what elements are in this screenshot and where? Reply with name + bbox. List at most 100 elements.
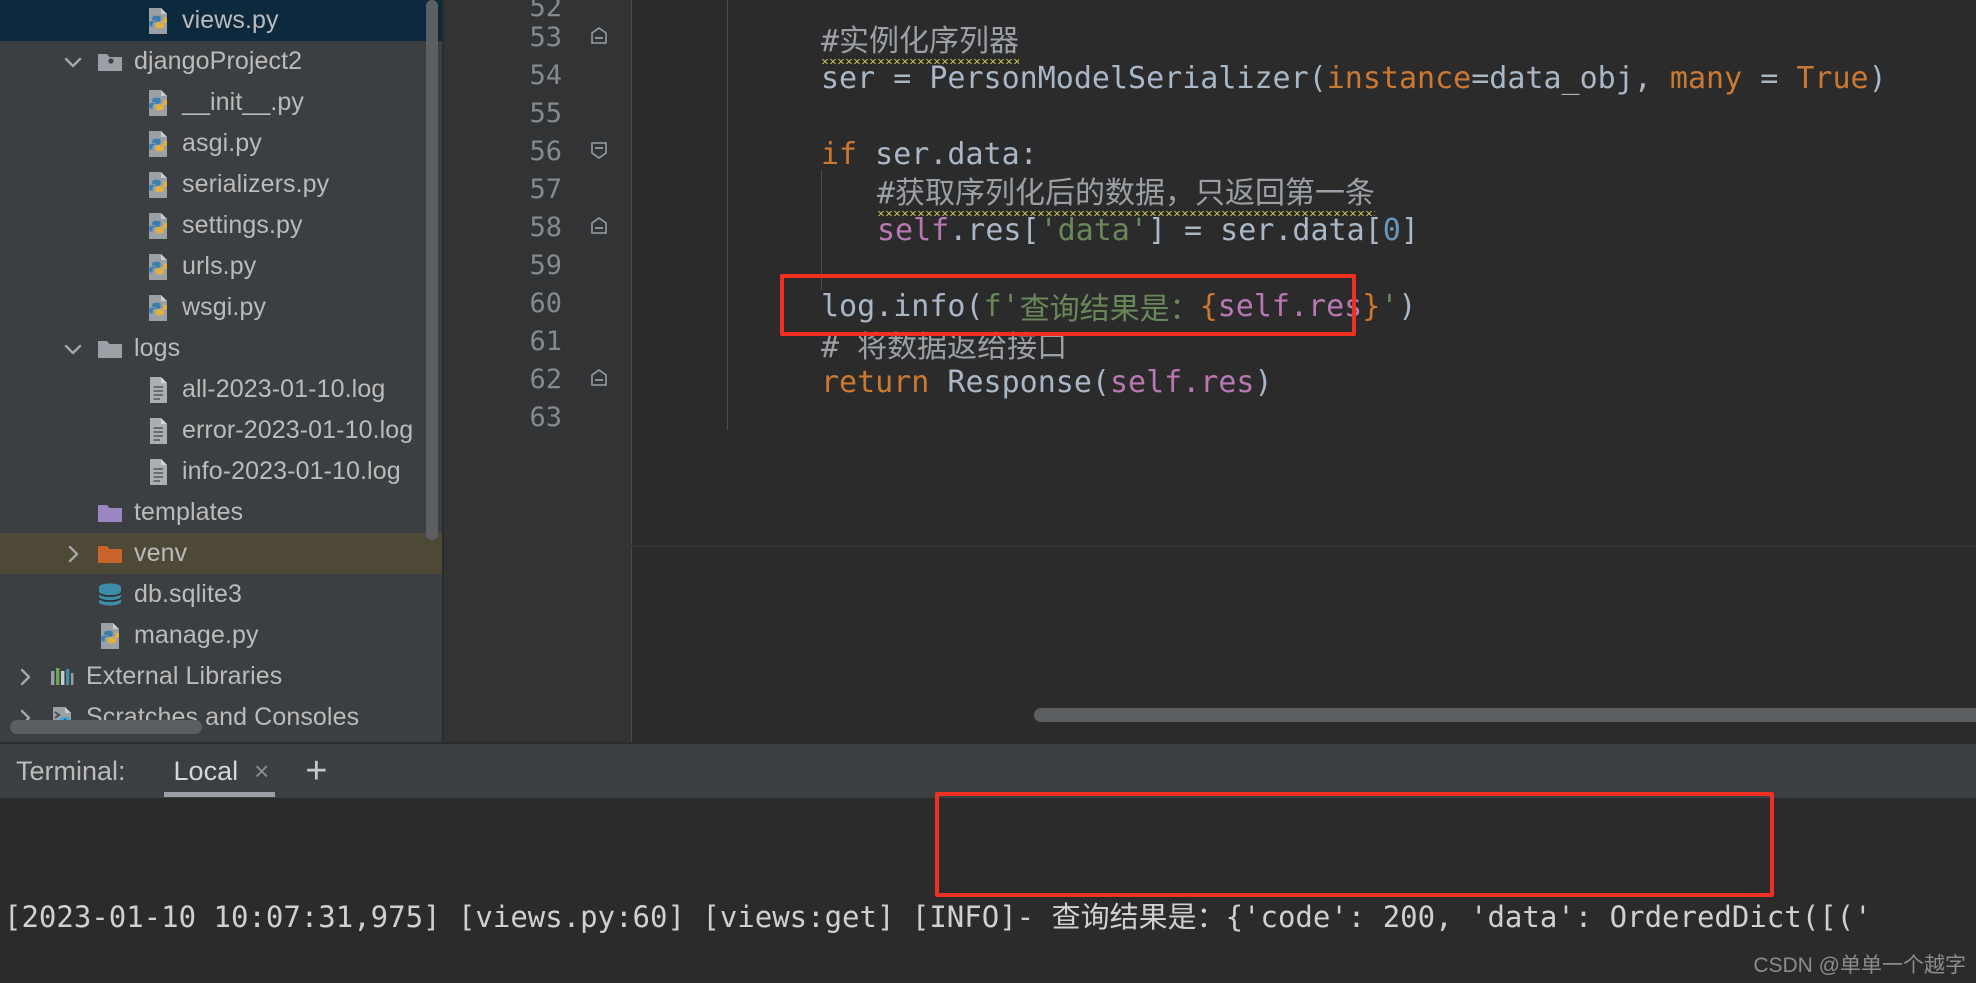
tree-item-label: manage.py — [134, 621, 259, 649]
tree-item-venv[interactable]: venv — [0, 533, 442, 574]
line-number: 57 — [529, 174, 562, 205]
tree-item-error-2023-01-10-log[interactable]: error-2023-01-10.log — [0, 410, 442, 451]
chevron-right-icon[interactable] — [8, 664, 42, 690]
python-file-icon — [90, 621, 130, 651]
tree-item-label: info-2023-01-10.log — [182, 457, 401, 485]
tree-item-init-py[interactable]: __init__.py — [0, 82, 442, 123]
libraries-icon — [42, 662, 82, 692]
python-file-icon — [138, 252, 178, 282]
python-file-icon — [138, 170, 178, 200]
code-token-instance: instance — [1326, 60, 1472, 96]
terminal-panel[interactable]: Terminal: Local × + [2023-01-10 10:07:31… — [0, 742, 1976, 983]
code-token-self62: self — [1110, 364, 1183, 400]
code-token-return: return — [821, 364, 930, 400]
tab-active-underline — [163, 792, 276, 797]
add-terminal-icon[interactable]: + — [305, 752, 327, 790]
tree-item-label: logs — [134, 334, 181, 362]
code-token-self: self — [877, 212, 950, 248]
code-token-fprefix: f — [983, 288, 1002, 324]
tree-item-logs[interactable]: logs — [0, 328, 442, 369]
terminal-line: [2023-01-10 10:07:31,975] [views.py:60] … — [4, 900, 1872, 934]
editor-horizontal-scrollbar[interactable] — [1034, 708, 1976, 722]
code-token-res60: .res — [1290, 288, 1363, 324]
chevron-right-icon[interactable] — [56, 541, 90, 567]
fold-marker-icon[interactable] — [584, 139, 614, 166]
code-token-space-eq: = — [1742, 60, 1797, 96]
tree-item-serializers-py[interactable]: serializers.py — [0, 164, 442, 205]
tree-item-label: asgi.py — [182, 129, 262, 157]
line-number: 61 — [529, 326, 562, 357]
terminal-output[interactable]: [2023-01-10 10:07:31,975] [views.py:60] … — [0, 798, 1976, 983]
code-token-dataobj: data_obj, — [1489, 60, 1652, 96]
python-file-icon — [138, 129, 178, 159]
line-number: 56 — [529, 136, 562, 167]
terminal-tab-local[interactable]: Local × — [160, 743, 280, 799]
code-token-paren60: ) — [1398, 288, 1417, 324]
tree-item-manage-py[interactable]: manage.py — [0, 615, 442, 656]
tree-item-label: error-2023-01-10.log — [182, 416, 414, 444]
tree-item-label: all-2023-01-10.log — [182, 375, 386, 403]
terminal-title: Terminal: — [16, 755, 126, 786]
project-tree-panel[interactable]: views.py djangoProject2 __init__.py asgi… — [0, 0, 444, 742]
folder-module-icon — [90, 47, 130, 77]
tree-item-info-2023-01-10-log[interactable]: info-2023-01-10.log — [0, 451, 442, 492]
close-icon[interactable]: × — [254, 756, 269, 787]
tree-item-urls-py[interactable]: urls.py — [0, 246, 442, 287]
tree-item-label: wsgi.py — [182, 293, 267, 321]
terminal-header[interactable]: Terminal: Local × + — [0, 742, 1976, 798]
fold-marker-icon[interactable] — [584, 25, 614, 52]
code-token-paren: ) — [1868, 60, 1887, 96]
tree-item-external-libraries[interactable]: External Libraries — [0, 656, 442, 697]
line-number: 58 — [529, 212, 562, 243]
line-number: 63 — [529, 402, 562, 433]
code-token-braceclose: } — [1362, 288, 1381, 324]
tree-item-templates[interactable]: templates — [0, 492, 442, 533]
code-token-resclose: ] = ser.data[ — [1147, 212, 1383, 248]
code-token-if: if — [821, 136, 858, 172]
sidebar-vertical-scrollbar[interactable] — [426, 0, 438, 702]
upper-region: views.py djangoProject2 __init__.py asgi… — [0, 0, 1976, 742]
tree-item-db-sqlite3[interactable]: db.sqlite3 — [0, 574, 442, 615]
tree-item-label: views.py — [182, 6, 279, 34]
pycharm-window: views.py djangoProject2 __init__.py asgi… — [0, 0, 1976, 983]
chevron-down-icon[interactable] — [56, 336, 90, 362]
folder-icon — [90, 334, 130, 364]
code-token-braceopen: { — [1199, 288, 1218, 324]
tree-item-asgi-py[interactable]: asgi.py — [0, 123, 442, 164]
tree-item-wsgi-py[interactable]: wsgi.py — [0, 287, 442, 328]
code-editor[interactable]: 52 53 54 55 56 57 58 59 60 61 62 63 #实例化… — [444, 0, 1976, 742]
fold-marker-icon[interactable] — [584, 367, 614, 394]
code-token-loginfo: log.info( — [821, 288, 984, 324]
line-number: 54 — [529, 60, 562, 91]
chevron-down-icon[interactable] — [56, 49, 90, 75]
code-token-strdata: 'data' — [1039, 212, 1148, 248]
tree-item-label: External Libraries — [86, 662, 283, 690]
tree-item-label: templates — [134, 498, 244, 526]
tree-item-views-py[interactable]: views.py — [0, 0, 442, 41]
tree-item-label: djangoProject2 — [134, 47, 303, 75]
code-token-quote2: ' — [1380, 288, 1399, 324]
code-line-62: return Response(self .res) — [633, 358, 1976, 406]
database-icon — [90, 580, 130, 610]
log-file-icon — [138, 416, 178, 446]
code-token-assign: ser = PersonModelSerializer( — [821, 60, 1327, 96]
code-token-paren62: ) — [1254, 364, 1273, 400]
sidebar-horizontal-scrollbar[interactable] — [10, 720, 430, 734]
fold-marker-icon[interactable] — [584, 215, 614, 242]
line-number: 59 — [529, 250, 562, 281]
log-file-icon — [138, 375, 178, 405]
code-token-zero: 0 — [1382, 212, 1401, 248]
code-token-true: True — [1796, 60, 1869, 96]
tree-item-label: db.sqlite3 — [134, 580, 243, 608]
python-file-icon — [138, 293, 178, 323]
tree-item-all-2023-01-10-log[interactable]: all-2023-01-10.log — [0, 369, 442, 410]
code-token-res62: .res — [1182, 364, 1255, 400]
code-line-54: ser = PersonModelSerializer(instance = dat… — [633, 54, 1976, 102]
tree-item-settings-py[interactable]: settings.py — [0, 205, 442, 246]
watermark: CSDN @单单一个越字 — [1753, 954, 1966, 977]
project-tree[interactable]: views.py djangoProject2 __init__.py asgi… — [0, 0, 442, 738]
line-number: 52 — [529, 0, 562, 23]
python-file-icon — [138, 88, 178, 118]
tree-item-djangoproject2[interactable]: djangoProject2 — [0, 41, 442, 82]
code-text-area[interactable]: #实例化序列器 ser = PersonModelSerializer(inst… — [633, 0, 1976, 742]
